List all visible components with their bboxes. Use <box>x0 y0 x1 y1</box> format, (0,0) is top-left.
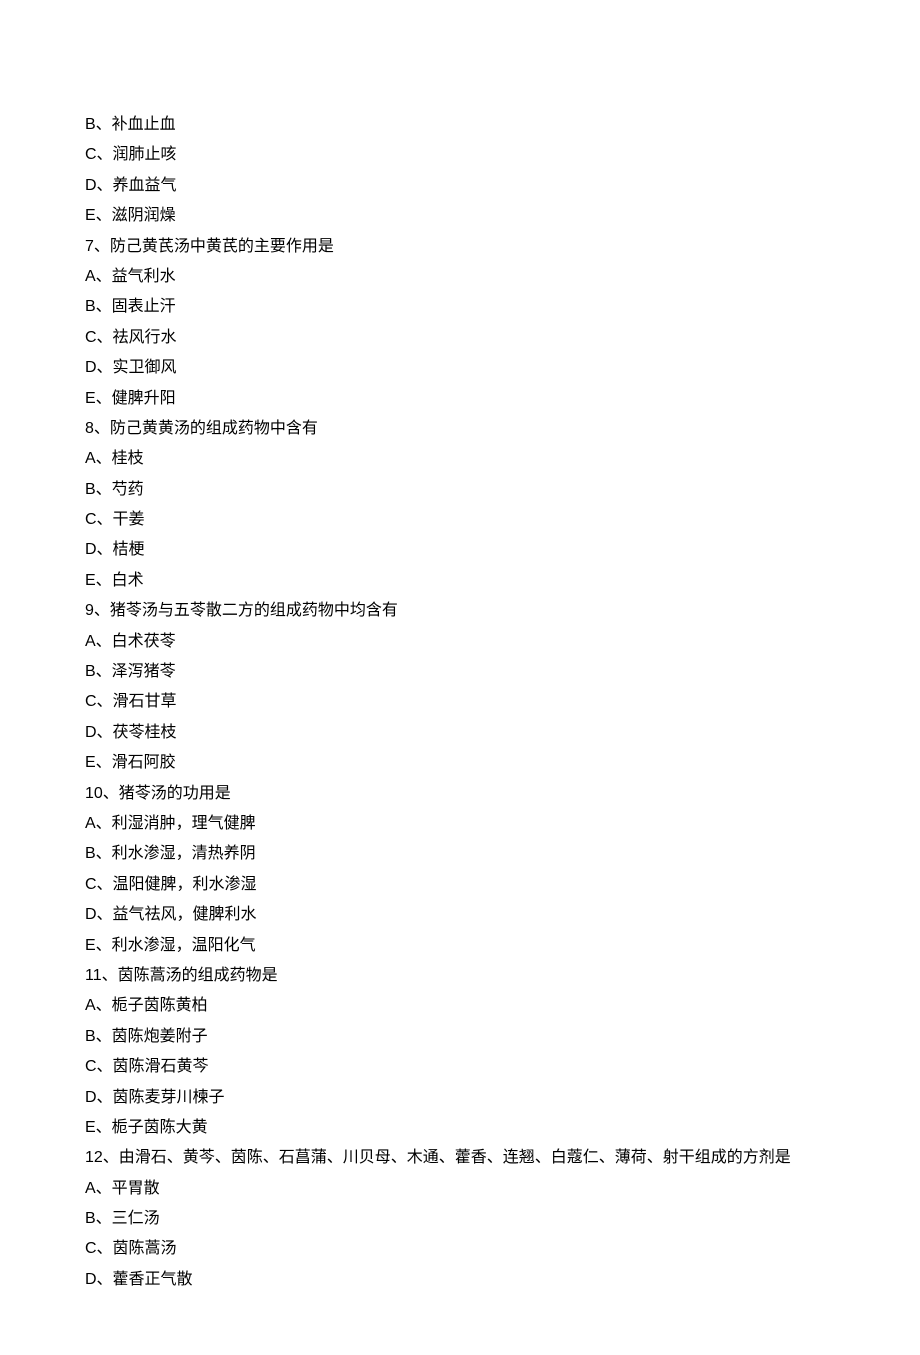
option-text: B、芍药 <box>85 475 835 505</box>
option-text: A、白术茯苓 <box>85 627 835 657</box>
option-text: C、润肺止咳 <box>85 140 835 170</box>
option-text: B、三仁汤 <box>85 1204 835 1234</box>
option-text: E、栀子茵陈大黄 <box>85 1113 835 1143</box>
option-text: C、祛风行水 <box>85 323 835 353</box>
option-text: E、利水渗湿，温阳化气 <box>85 931 835 961</box>
question-text: 8、防己黄黄汤的组成药物中含有 <box>85 414 835 444</box>
option-text: B、利水渗湿，清热养阴 <box>85 839 835 869</box>
question-text: 11、茵陈蒿汤的组成药物是 <box>85 961 835 991</box>
option-text: C、茵陈蒿汤 <box>85 1234 835 1264</box>
option-text: A、平胃散 <box>85 1174 835 1204</box>
option-text: D、茯苓桂枝 <box>85 718 835 748</box>
question-text: 10、猪苓汤的功用是 <box>85 779 835 809</box>
question-text: 9、猪苓汤与五苓散二方的组成药物中均含有 <box>85 596 835 626</box>
question-text: 7、防己黄芪汤中黄芪的主要作用是 <box>85 232 835 262</box>
option-text: D、养血益气 <box>85 171 835 201</box>
option-text: A、利湿消肿，理气健脾 <box>85 809 835 839</box>
option-text: B、固表止汗 <box>85 292 835 322</box>
option-text: A、桂枝 <box>85 444 835 474</box>
option-text: E、滋阴润燥 <box>85 201 835 231</box>
option-text: D、藿香正气散 <box>85 1265 835 1295</box>
option-text: B、茵陈炮姜附子 <box>85 1022 835 1052</box>
option-text: C、滑石甘草 <box>85 687 835 717</box>
option-text: E、滑石阿胶 <box>85 748 835 778</box>
option-text: D、茵陈麦芽川楝子 <box>85 1083 835 1113</box>
option-text: D、益气祛风，健脾利水 <box>85 900 835 930</box>
question-text: 12、由滑石、黄芩、茵陈、石菖蒲、川贝母、木通、藿香、连翘、白蔻仁、薄荷、射干组… <box>85 1143 835 1173</box>
option-text: B、泽泻猪苓 <box>85 657 835 687</box>
option-text: E、白术 <box>85 566 835 596</box>
option-text: B、补血止血 <box>85 110 835 140</box>
option-text: D、实卫御风 <box>85 353 835 383</box>
option-text: D、桔梗 <box>85 535 835 565</box>
option-text: C、温阳健脾，利水渗湿 <box>85 870 835 900</box>
option-text: E、健脾升阳 <box>85 384 835 414</box>
option-text: C、茵陈滑石黄芩 <box>85 1052 835 1082</box>
option-text: A、益气利水 <box>85 262 835 292</box>
option-text: A、栀子茵陈黄柏 <box>85 991 835 1021</box>
document-page: B、补血止血 C、润肺止咳 D、养血益气 E、滋阴润燥 7、防己黄芪汤中黄芪的主… <box>0 0 920 1355</box>
option-text: C、干姜 <box>85 505 835 535</box>
